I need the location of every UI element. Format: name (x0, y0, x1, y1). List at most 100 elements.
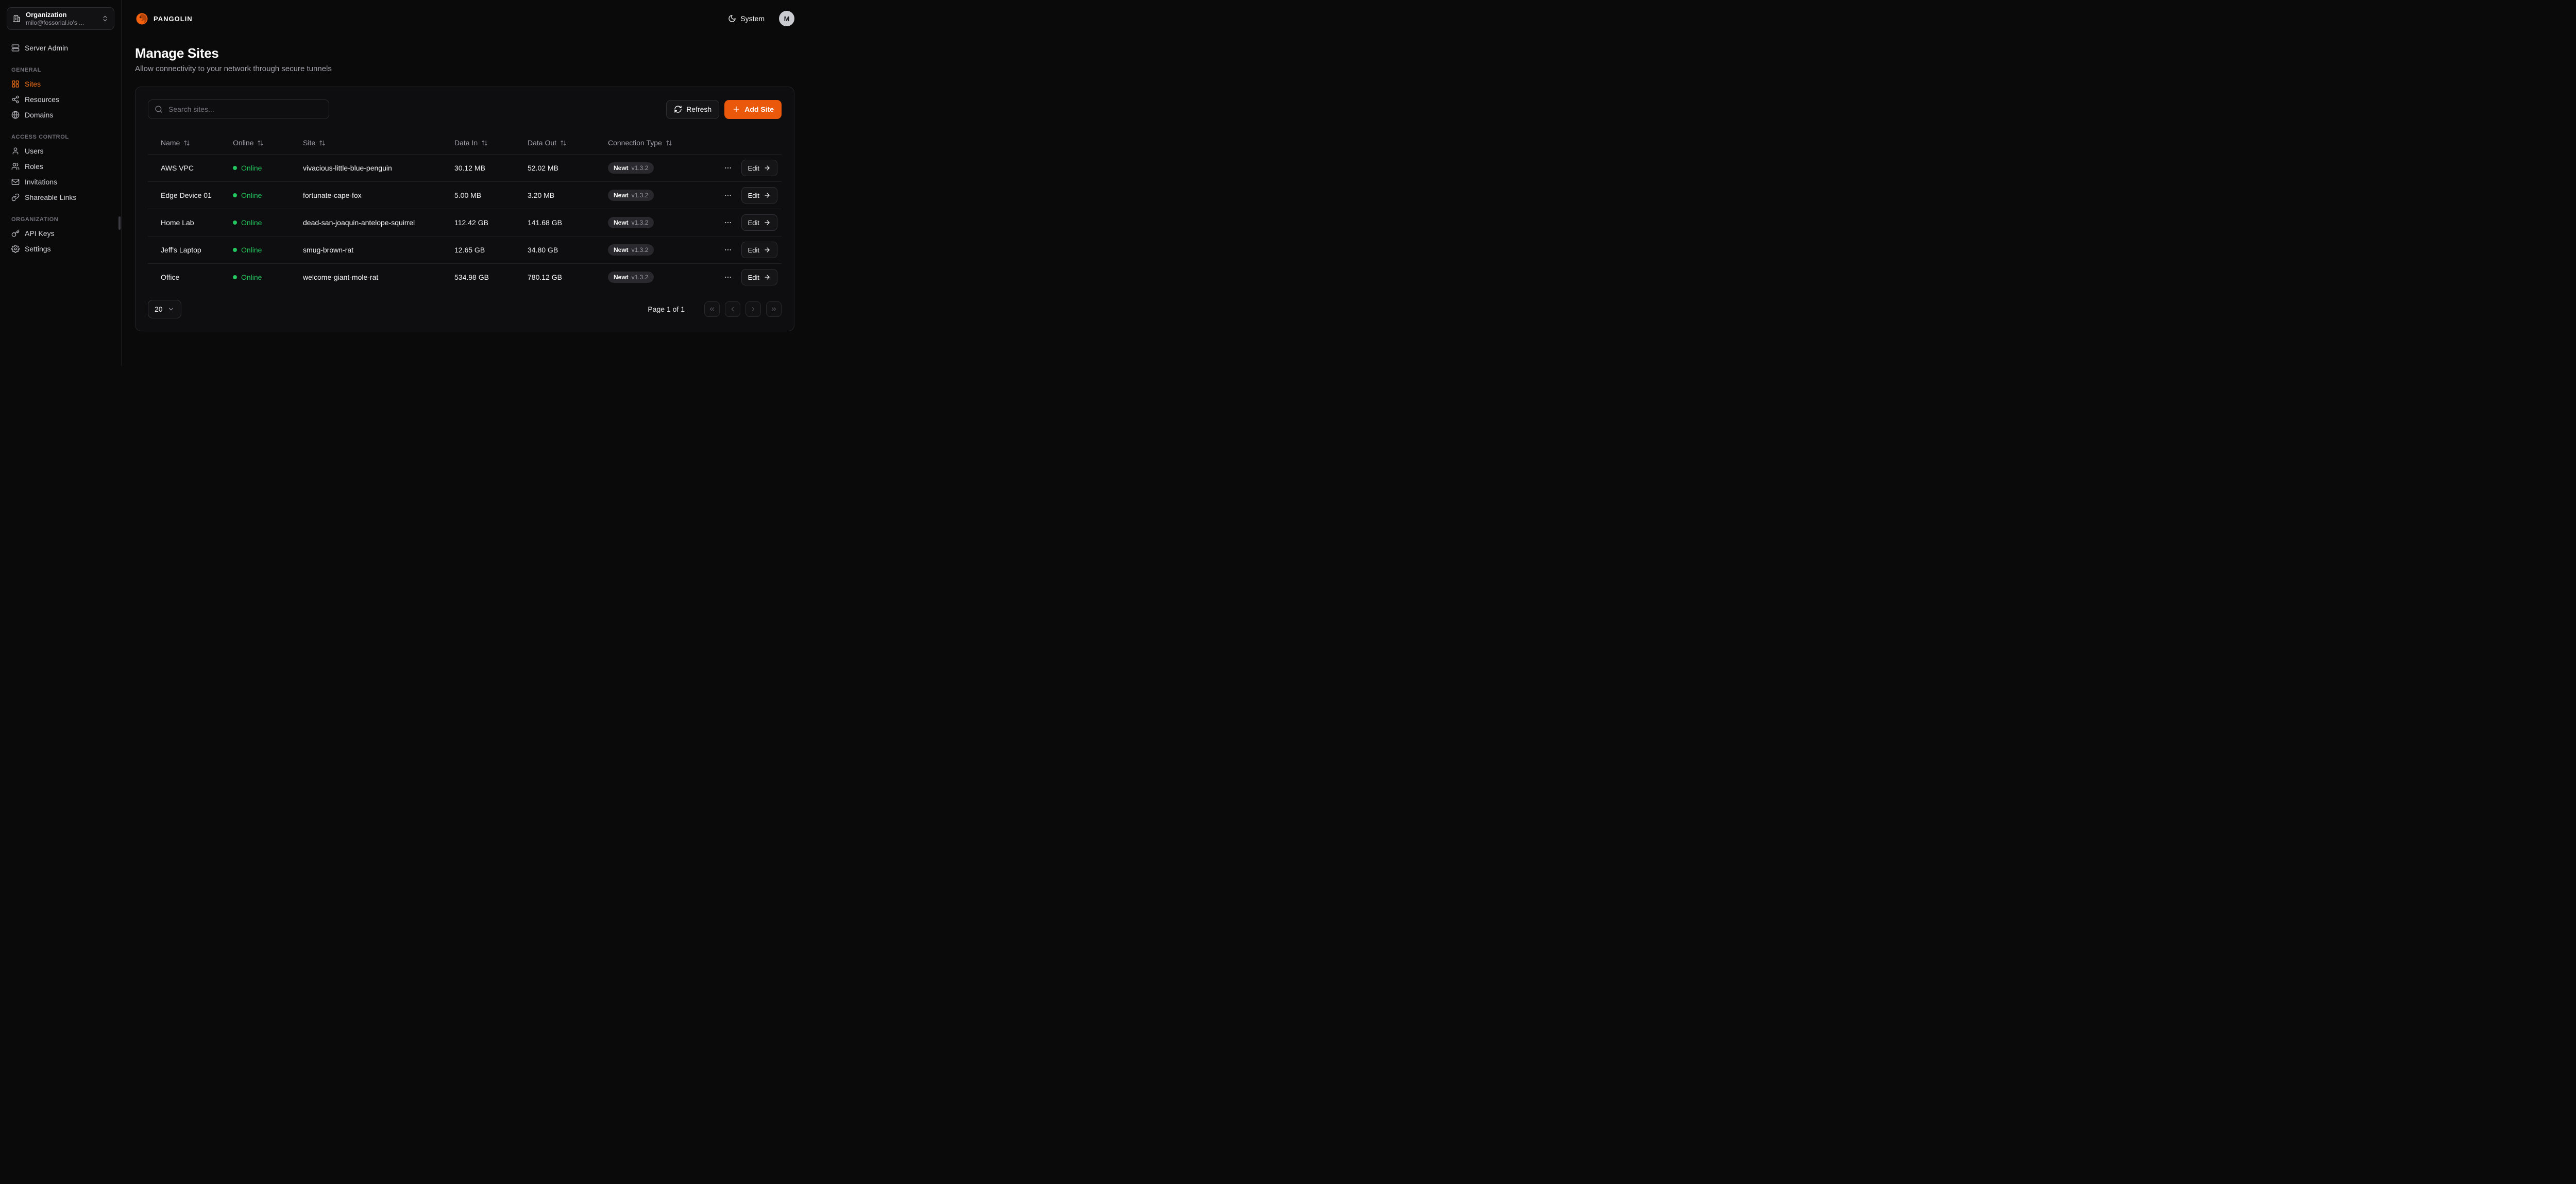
table-footer: 20 Page 1 of 1 (148, 300, 782, 318)
row-menu-button[interactable] (722, 162, 734, 174)
first-page-button[interactable] (704, 301, 720, 317)
prev-page-button[interactable] (725, 301, 740, 317)
pangolin-logo-icon (135, 12, 149, 26)
client-version: v1.3.2 (632, 274, 649, 281)
ellipsis-icon (724, 191, 732, 199)
sidebar-item-domains[interactable]: Domains (7, 107, 114, 123)
status-dot-icon (233, 193, 237, 197)
data-in-value: 112.42 GB (454, 218, 528, 227)
data-out-value: 780.12 GB (528, 273, 608, 281)
column-label: Data Out (528, 139, 556, 147)
search-input[interactable] (167, 105, 323, 114)
site-id: smug-brown-rat (303, 246, 454, 254)
connection-type-cell: Newt v1.3.2 (608, 244, 722, 256)
row-actions: Edit (722, 269, 777, 285)
data-in-value: 5.00 MB (454, 191, 528, 199)
sort-icon (481, 140, 488, 146)
row-menu-button[interactable] (722, 271, 734, 283)
sidebar-item-label: Domains (25, 111, 53, 119)
sites-table: Name Online Site Data In (148, 131, 782, 291)
status-label: Online (241, 164, 262, 172)
column-header-site[interactable]: Site (303, 139, 454, 147)
app-root: Organization milo@fossorial.io's ... Ser… (0, 0, 808, 366)
sidebar-item-api-keys[interactable]: API Keys (7, 226, 114, 241)
next-page-button[interactable] (745, 301, 761, 317)
sidebar-item-sites[interactable]: Sites (7, 76, 114, 92)
client-version: v1.3.2 (632, 164, 649, 172)
section-label-general: GENERAL (11, 67, 110, 73)
status-dot-icon (233, 166, 237, 170)
org-selector[interactable]: Organization milo@fossorial.io's ... (7, 7, 114, 30)
edit-label: Edit (748, 164, 759, 172)
table-row: Jeff's Laptop Online smug-brown-rat 12.6… (148, 236, 782, 263)
column-label: Data In (454, 139, 478, 147)
page-title: Manage Sites (135, 45, 794, 61)
brand-name: PANGOLIN (154, 15, 193, 23)
connection-type-badge: Newt v1.3.2 (608, 190, 654, 201)
avatar[interactable]: M (779, 11, 794, 26)
edit-button[interactable]: Edit (741, 242, 777, 258)
add-site-label: Add Site (744, 105, 774, 113)
column-header-name[interactable]: Name (161, 139, 233, 147)
column-header-online[interactable]: Online (233, 139, 303, 147)
users-icon (11, 162, 20, 171)
column-header-data-out[interactable]: Data Out (528, 139, 608, 147)
sidebar-item-label: Server Admin (25, 44, 68, 52)
sites-card: Refresh Add Site Name (135, 87, 794, 331)
status-dot-icon (233, 275, 237, 279)
user-icon (11, 147, 20, 155)
sidebar-item-settings[interactable]: Settings (7, 241, 114, 257)
chevrons-left-icon (708, 306, 716, 313)
last-page-button[interactable] (766, 301, 782, 317)
online-status: Online (233, 246, 303, 254)
ellipsis-icon (724, 164, 732, 172)
sidebar-item-roles[interactable]: Roles (7, 159, 114, 174)
sidebar-scrollbar[interactable] (118, 216, 121, 230)
refresh-button[interactable]: Refresh (666, 100, 719, 119)
row-menu-button[interactable] (722, 244, 734, 256)
online-status: Online (233, 218, 303, 227)
edit-button[interactable]: Edit (741, 160, 777, 176)
chevron-left-icon (729, 306, 736, 313)
section-label-access-control: ACCESS CONTROL (11, 134, 110, 140)
sidebar-item-invitations[interactable]: Invitations (7, 174, 114, 190)
connection-type-cell: Newt v1.3.2 (608, 272, 722, 283)
edit-label: Edit (748, 274, 759, 281)
data-in-value: 12.65 GB (454, 246, 528, 254)
column-header-data-in[interactable]: Data In (454, 139, 528, 147)
status-label: Online (241, 191, 262, 199)
edit-button[interactable]: Edit (741, 187, 777, 204)
chevrons-right-icon (770, 306, 777, 313)
topbar-right: System M (724, 11, 794, 26)
client-version: v1.3.2 (632, 192, 649, 199)
edit-button[interactable]: Edit (741, 269, 777, 285)
edit-label: Edit (748, 192, 759, 199)
site-name: Office (161, 273, 233, 281)
row-actions: Edit (722, 187, 777, 204)
link-icon (11, 193, 20, 201)
sidebar-item-server-admin[interactable]: Server Admin (7, 40, 114, 56)
row-menu-button[interactable] (722, 216, 734, 229)
site-id: welcome-giant-mole-rat (303, 273, 454, 281)
sidebar-item-users[interactable]: Users (7, 143, 114, 159)
sidebar-item-shareable-links[interactable]: Shareable Links (7, 190, 114, 205)
add-site-button[interactable]: Add Site (724, 100, 782, 119)
column-header-connection-type[interactable]: Connection Type (608, 139, 777, 147)
data-out-value: 52.02 MB (528, 164, 608, 172)
row-menu-button[interactable] (722, 189, 734, 201)
connection-type-cell: Newt v1.3.2 (608, 190, 722, 201)
theme-toggle-button[interactable]: System (724, 11, 769, 26)
edit-button[interactable]: Edit (741, 214, 777, 231)
site-id: dead-san-joaquin-antelope-squirrel (303, 218, 454, 227)
status-label: Online (241, 218, 262, 227)
connection-type-cell: Newt v1.3.2 (608, 217, 722, 228)
connection-type-badge: Newt v1.3.2 (608, 217, 654, 228)
site-id: vivacious-little-blue-penguin (303, 164, 454, 172)
sidebar-item-resources[interactable]: Resources (7, 92, 114, 107)
row-actions: Edit (722, 160, 777, 176)
section-label-organization: ORGANIZATION (11, 216, 110, 223)
sidebar: Organization milo@fossorial.io's ... Ser… (0, 0, 122, 366)
org-name: Organization (26, 11, 96, 19)
data-in-value: 30.12 MB (454, 164, 528, 172)
page-size-select[interactable]: 20 (148, 300, 181, 318)
